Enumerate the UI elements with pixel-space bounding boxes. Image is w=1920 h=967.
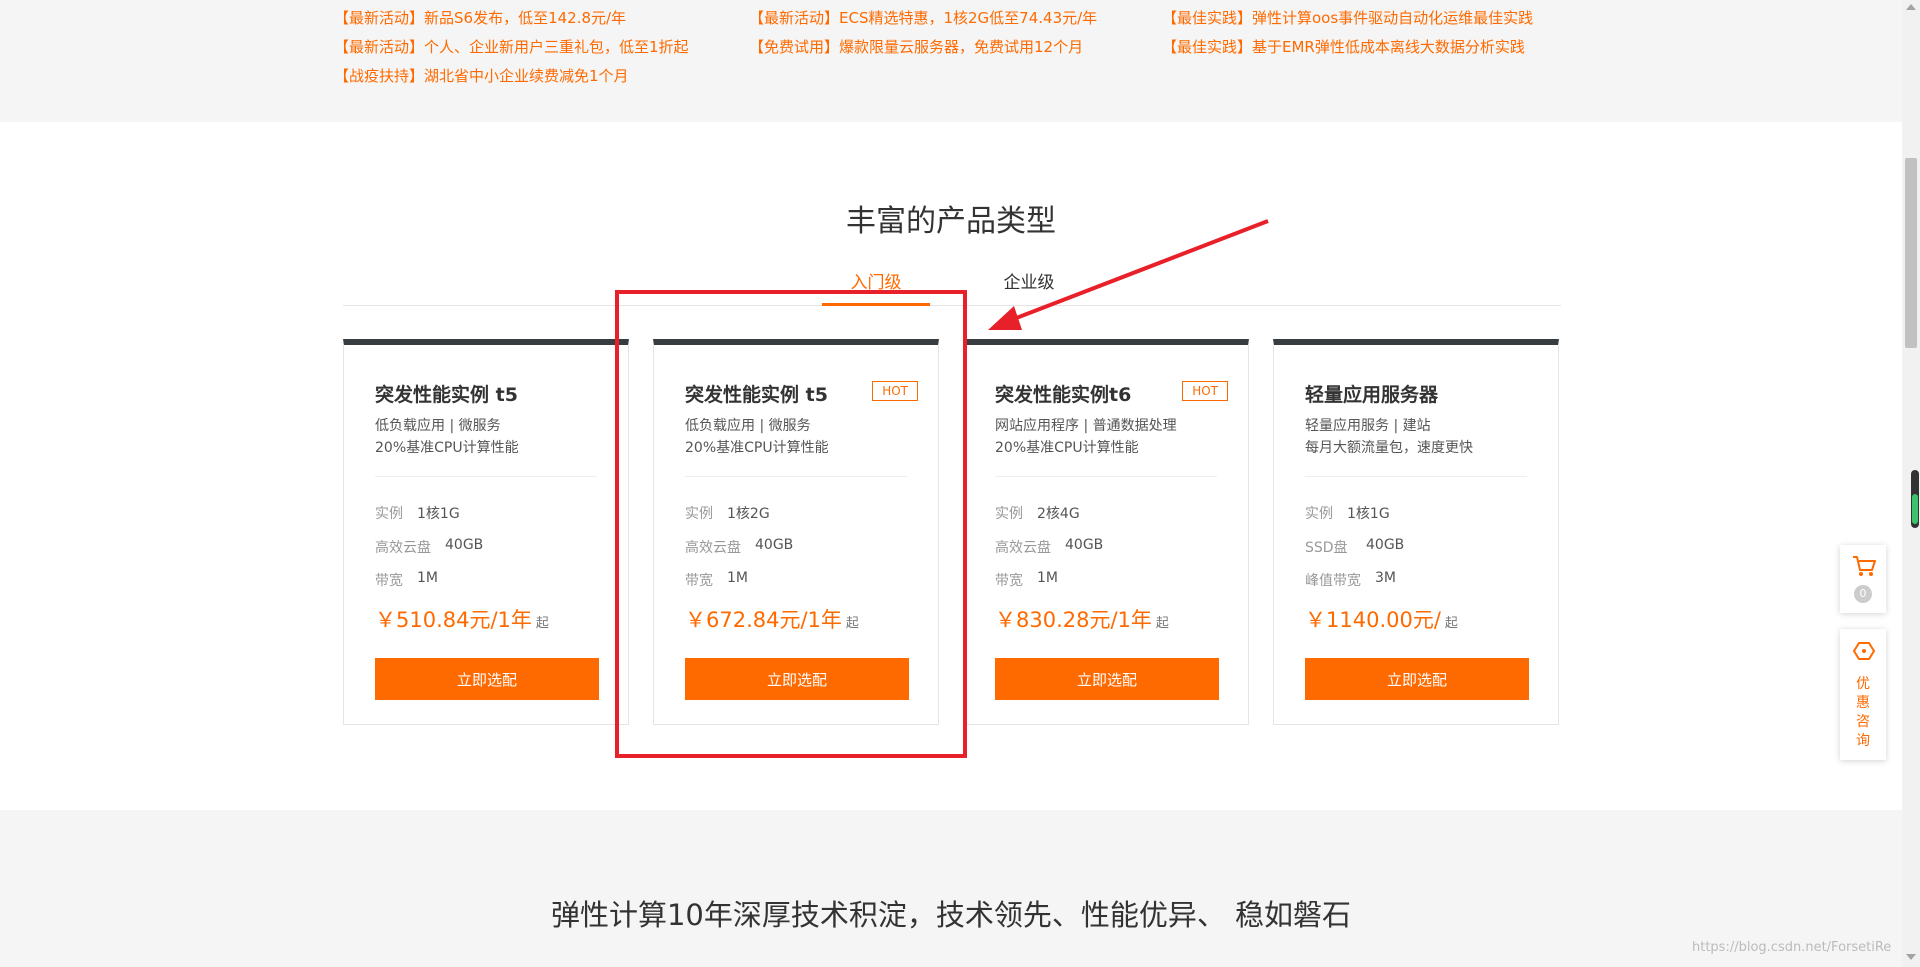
spec-label: 带宽 [375, 573, 403, 589]
promo-link[interactable]: 【最新活动】ECS精选特惠，1核2G低至74.43元/年 [749, 7, 1097, 28]
cart-button[interactable]: 0 [1840, 545, 1886, 613]
card-divider [995, 476, 1217, 477]
spec-value: 40GB [755, 537, 794, 553]
price-value: ￥830.28元/1年 [995, 608, 1152, 632]
promo-link[interactable]: 【最新活动】新品S6发布，低至142.8元/年 [334, 7, 626, 28]
tab-enterprise-level[interactable]: 企业级 [975, 268, 1083, 293]
promo-link[interactable]: 【战疫扶持】湖北省中小企业续费减免1个月 [334, 65, 629, 86]
price-from: 起 [1444, 616, 1458, 631]
spec-label: SSD盘 [1305, 540, 1348, 556]
consult-label: 优惠咨询 [1856, 676, 1870, 749]
promo-link[interactable]: 【免费试用】爆款限量云服务器，免费试用12个月 [749, 36, 1083, 57]
spec-label: 实例 [375, 506, 403, 522]
card-price: ￥672.84元/1年起 [685, 604, 859, 634]
spec-label: 实例 [995, 506, 1023, 522]
spec-value: 1核2G [727, 506, 770, 522]
consult-button[interactable]: 优惠咨询 [1840, 629, 1886, 760]
product-card: 轻量应用服务器 轻量应用服务 | 建站 每月大额流量包，速度更快 实例 1核1G… [1273, 339, 1559, 725]
card-desc: 轻量应用服务 | 建站 [1305, 418, 1431, 434]
spec-value: 1M [727, 570, 748, 586]
spec-value: 1M [417, 570, 438, 586]
configure-button[interactable]: 立即选配 [375, 658, 599, 700]
product-card: 突发性能实例t6 HOT 网站应用程序 | 普通数据处理 20%基准CPU计算性… [963, 339, 1249, 725]
product-card: 突发性能实例 t5 低负载应用 | 微服务 20%基准CPU计算性能 实例 1核… [343, 339, 629, 725]
watermark: https://blog.csdn.net/ForsetiRe [1692, 940, 1892, 955]
spec-label: 峰值带宽 [1305, 573, 1361, 589]
hot-badge: HOT [1182, 381, 1228, 401]
spec-label: 实例 [1305, 506, 1333, 522]
card-desc: 低负载应用 | 微服务 [685, 418, 811, 434]
price-value: ￥510.84元/1年 [375, 608, 532, 632]
card-title: 突发性能实例 t5 [375, 384, 518, 406]
card-desc: 20%基准CPU计算性能 [995, 440, 1139, 456]
card-desc: 20%基准CPU计算性能 [685, 440, 829, 456]
card-desc: 每月大额流量包，速度更快 [1305, 440, 1473, 456]
spec-value: 40GB [445, 537, 484, 553]
card-desc: 20%基准CPU计算性能 [375, 440, 519, 456]
card-divider [1305, 476, 1527, 477]
active-tab-indicator [822, 303, 930, 306]
cart-icon [1853, 556, 1876, 576]
card-price: ￥1140.00元/起 [1305, 604, 1458, 634]
spec-value: 2核4G [1037, 506, 1080, 522]
card-title: 突发性能实例 t5 [685, 384, 828, 406]
card-desc: 网站应用程序 | 普通数据处理 [995, 418, 1177, 434]
card-divider [375, 476, 597, 477]
scrollbar-thumb[interactable] [1905, 158, 1917, 348]
promo-link[interactable]: 【最佳实践】基于EMR弹性低成本离线大数据分析实践 [1162, 36, 1525, 57]
spec-value: 1核1G [1347, 506, 1390, 522]
product-card: 突发性能实例 t5 HOT 低负载应用 | 微服务 20%基准CPU计算性能 实… [653, 339, 939, 725]
card-title: 轻量应用服务器 [1305, 384, 1439, 406]
side-widget-icon[interactable] [1910, 470, 1920, 528]
spec-label: 实例 [685, 506, 713, 522]
tabs-divider [343, 305, 1561, 306]
cart-count-badge: 0 [1854, 585, 1872, 603]
card-divider [685, 476, 907, 477]
card-price: ￥830.28元/1年起 [995, 604, 1169, 634]
spec-label: 带宽 [995, 573, 1023, 589]
spec-label: 带宽 [685, 573, 713, 589]
price-from: 起 [845, 616, 859, 631]
configure-button[interactable]: 立即选配 [685, 658, 909, 700]
promo-link[interactable]: 【最新活动】个人、企业新用户三重礼包，低至1折起 [334, 36, 689, 57]
hot-badge: HOT [872, 381, 918, 401]
card-price: ￥510.84元/1年起 [375, 604, 549, 634]
coupon-icon [1852, 642, 1876, 660]
configure-button[interactable]: 立即选配 [995, 658, 1219, 700]
spec-label: 高效云盘 [685, 540, 741, 556]
card-desc: 低负载应用 | 微服务 [375, 418, 501, 434]
spec-value: 1核1G [417, 506, 460, 522]
price-value: ￥672.84元/1年 [685, 608, 842, 632]
spec-label: 高效云盘 [995, 540, 1051, 556]
price-from: 起 [535, 616, 549, 631]
scroll-down-arrow-icon[interactable] [1906, 954, 1916, 960]
spec-value: 1M [1037, 570, 1058, 586]
spec-label: 高效云盘 [375, 540, 431, 556]
products-section-title: 丰富的产品类型 [846, 204, 1056, 239]
promo-link[interactable]: 【最佳实践】弹性计算oos事件驱动自动化运维最佳实践 [1162, 7, 1533, 28]
scroll-up-arrow-icon[interactable] [1906, 4, 1916, 10]
tech-section-title: 弹性计算10年深厚技术积淀，技术领先、性能优异、 稳如磐石 [550, 898, 1352, 932]
card-title: 突发性能实例t6 [995, 384, 1132, 406]
spec-value: 40GB [1065, 537, 1104, 553]
spec-value: 3M [1375, 570, 1396, 586]
spec-value: 40GB [1366, 537, 1405, 553]
price-from: 起 [1155, 616, 1169, 631]
configure-button[interactable]: 立即选配 [1305, 658, 1529, 700]
price-value: ￥1140.00元/ [1305, 608, 1441, 632]
tab-entry-level[interactable]: 入门级 [822, 268, 930, 293]
tech-section [0, 810, 1902, 967]
promo-band: 【最新活动】新品S6发布，低至142.8元/年 【最新活动】ECS精选特惠，1核… [0, 0, 1902, 122]
